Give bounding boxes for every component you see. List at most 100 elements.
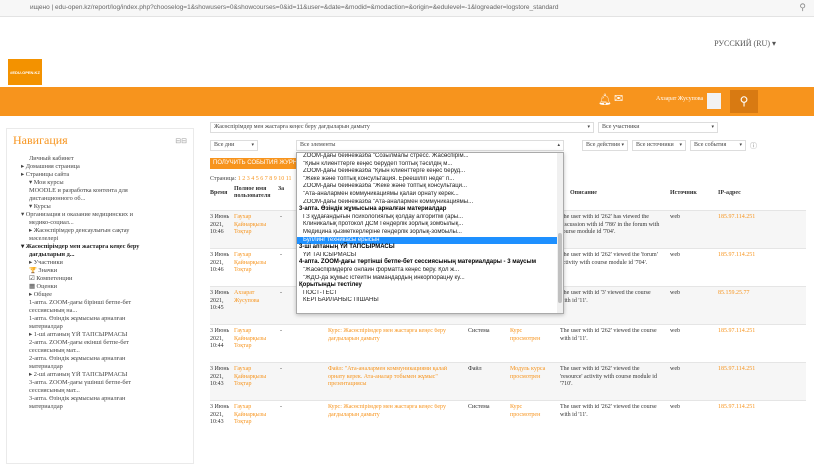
dropdown-option[interactable]: ZOOM-дағы бейнежазба "Жеке және топтық к… [297, 183, 563, 191]
pages-label: Страница: [210, 176, 237, 182]
cell-desc: The user with id '262' viewed the 'forum… [560, 252, 658, 266]
participants-select[interactable]: Все участники ▾ [598, 122, 718, 133]
nav-item[interactable]: ▾ Жасөспірімдер мен жастарға кеңес беру [13, 243, 189, 251]
nav-item[interactable]: сессиясының на... [13, 307, 189, 315]
nav-item[interactable]: Личный кабинет [13, 155, 189, 163]
nav-item[interactable]: ▸ Домашняя страница [13, 163, 189, 171]
cell-ip[interactable]: 185.97.114.251 [718, 366, 778, 400]
sources-select[interactable]: Все источники ▾ [632, 140, 686, 151]
cell-event[interactable]: Курс просмотрен [510, 328, 554, 362]
nav-item[interactable]: материалдар [13, 403, 189, 411]
nav-item[interactable]: ▦ Оценки [13, 283, 189, 291]
nav-item[interactable]: 3-апта. Өзіндік жұмысына арналған [13, 395, 189, 403]
header-fullname[interactable]: Полное имя пользователя [234, 186, 274, 200]
dropdown-option[interactable]: ZOOM-дағы бейнежазба "Ата-аналармен комм… [297, 199, 563, 207]
dock-icon[interactable]: ⊟⊟ [175, 137, 187, 145]
nav-item[interactable]: ☑ Компетенции [13, 275, 189, 283]
nav-item[interactable]: ▸ Общее [13, 291, 189, 299]
nav-item[interactable]: ▸ 2-ші аптаның ҮЙ ТАПСЫРМАСЫ [13, 371, 189, 379]
nav-item[interactable]: ▾ Курсы [13, 203, 189, 211]
cell-origin: web [670, 328, 680, 334]
cell-event[interactable]: Курс просмотрен [510, 404, 554, 438]
nav-item[interactable]: 1-апта. ZOOM-дағы бірінші бетпе-бет [13, 299, 189, 307]
elements-select[interactable]: Все элементы ▴ [296, 140, 564, 151]
cell-user[interactable]: Гаухар Қайнарқызы Тоқтар [234, 404, 274, 438]
cell-ctx[interactable]: Файл: "Ата-аналармен коммуникациями қала… [328, 366, 458, 400]
chevron-down-icon: ▾ [251, 143, 254, 148]
nav-item[interactable]: мәселелері [13, 235, 189, 243]
dropdown-option[interactable]: КЕРІ БАЙЛАНЫС ПІШАНЫ [297, 297, 563, 305]
dropdown-scrollbar[interactable] [557, 153, 563, 313]
help-icon[interactable]: ⓘ [750, 141, 757, 151]
page-links[interactable]: 1 2 3 4 5 6 7 8 9 10 11 [238, 176, 292, 182]
site-logo[interactable]: #EDU-OPEN.KZ [8, 59, 42, 85]
nav-item[interactable]: ▸ Участники [13, 259, 189, 267]
cell-user[interactable]: Гаухар Қайнарқызы Тоқтар [234, 366, 274, 400]
bell-icon[interactable]: 🔔︎ [598, 93, 612, 106]
nav-item[interactable]: ▸ 1-ші аптаның ҮЙ ТАПСЫРМАСЫ [13, 331, 189, 339]
dropdown-option[interactable]: "Жасөспірімдерге онлайн форматта кеңес б… [297, 267, 563, 275]
dropdown-option[interactable]: "ЖДО-да жұмыс істейтін мамандардың инкор… [297, 275, 563, 283]
cell-user[interactable]: Ахзарат Жусупова [234, 290, 274, 324]
cell-user[interactable]: Гаухар Қайнарқызы Тоқтар [234, 252, 274, 286]
nav-item[interactable]: 3-апта. ZOOM-дағы үшінші бетпе-бет [13, 379, 189, 387]
dropdown-option[interactable]: ПОСТ-ТЕСТ [297, 290, 563, 298]
chevron-up-icon: ▴ [557, 143, 560, 148]
dropdown-option[interactable]: "Ата-аналармен коммуникациямы қалай орна… [297, 191, 563, 199]
nav-item[interactable]: ▾ Организация и оказание медицинских и [13, 211, 189, 219]
course-select[interactable]: Жасөспірімдер мен жастарға кеңес беру да… [210, 122, 594, 133]
language-menu[interactable]: РУССКИЙ (RU) ▾ [714, 39, 776, 48]
cell-user[interactable]: Гаухар Қайнарқызы Тоқтар [234, 214, 274, 248]
header-description[interactable]: Описание [570, 190, 630, 197]
dropdown-option[interactable]: "Қиын клиенттерге кеңес берудегі толтық … [297, 161, 563, 169]
dropdown-option[interactable]: Клиникалық протокол ДСМ Гендерлік зорлық… [297, 221, 563, 229]
user-name[interactable]: Ахзарат Жусупова [656, 96, 703, 102]
nav-item[interactable]: ▸ Страницы сайта [13, 171, 189, 179]
dropdown-option[interactable]: Медицина қызметкерлеріне гендерлік зорлы… [297, 229, 563, 237]
days-select[interactable]: Все дни ▾ [210, 140, 258, 151]
avatar[interactable] [707, 93, 721, 109]
header-origin[interactable]: Источник [670, 190, 710, 197]
nav-item[interactable]: сессиясының мат... [13, 387, 189, 395]
nav-item[interactable]: дағдыларын д... [13, 251, 189, 259]
magnifier-icon[interactable]: ⚲ [799, 2, 806, 13]
elements-dropdown[interactable]: ZOOM-дағы бейнежазба "Созылмалы стресс. … [296, 152, 564, 314]
cell-ctx[interactable]: Курс: Жасөспірімдер мен жастарға кеңес б… [328, 328, 458, 362]
get-logs-button[interactable]: ПОЛУЧИТЬ СОБЫТИЯ ЖУРНАЛА [210, 158, 302, 169]
cell-ctx[interactable]: Курс: Жасөспірімдер мен жастарға кеңес б… [328, 404, 458, 438]
dropdown-option[interactable]: ZOOM-дағы бейнежазба "Қиын клиенттерге к… [297, 168, 563, 176]
nav-item[interactable]: 2-апта. Өзіндік жұмысына арналған [13, 355, 189, 363]
header-time[interactable]: Время [210, 190, 232, 197]
search-button[interactable]: ⚲ [730, 90, 758, 113]
nav-item[interactable]: 🏆 Значки [13, 267, 189, 275]
nav-item[interactable]: ▸ Жасөспірімдер денсаулығын сақтау [13, 227, 189, 235]
cell-event[interactable]: Модуль курса просмотрен [510, 366, 554, 400]
nav-item[interactable]: сессиясының мат... [13, 347, 189, 355]
nav-item[interactable]: дистанционного об... [13, 195, 189, 203]
nav-item[interactable]: материалдар [13, 323, 189, 331]
scrollbar-thumb[interactable] [558, 233, 562, 303]
mail-icon[interactable]: ✉ [614, 92, 623, 105]
address-url[interactable]: ищено | edu-open.kz/report/log/index.php… [30, 4, 558, 11]
nav-item[interactable]: 1-апта. Өзіндік жұмысына арналған [13, 315, 189, 323]
nav-item[interactable]: 2-апта. ZOOM-дағы екінші бетпе-бет [13, 339, 189, 347]
cell-ip[interactable]: 185.97.114.251 [718, 404, 778, 438]
cell-ip[interactable]: 185.97.114.251 [718, 214, 778, 248]
events-select[interactable]: Все события ▾ [690, 140, 746, 151]
cell-ip[interactable]: 185.97.114.251 [718, 252, 778, 286]
nav-item[interactable]: медико-социал... [13, 219, 189, 227]
nav-item[interactable]: MOODLE и разработка контента для [13, 187, 189, 195]
dropdown-option[interactable]: Буллинг техникасы ерысын [297, 236, 563, 245]
cell-ip[interactable]: 185.97.114.251 [718, 328, 778, 362]
header-affected[interactable]: За [278, 186, 288, 193]
nav-item[interactable]: материалдар [13, 363, 189, 371]
nav-item[interactable]: ▾ Мои курсы [13, 179, 189, 187]
dropdown-option[interactable]: "Жеке және топтық консультация. Ереешілі… [297, 176, 563, 184]
browser-address-bar[interactable]: ищено | edu-open.kz/report/log/index.php… [0, 0, 814, 17]
dropdown-option[interactable]: ZOOM-дағы бейнежазба "Созылмалы стресс. … [297, 153, 563, 161]
cell-ip[interactable]: 85.159.25.77 [718, 290, 778, 324]
actions-select[interactable]: Все действия ▾ [582, 140, 628, 151]
cell-user[interactable]: Гаухар Қайнарқызы Тоқтар [234, 328, 274, 362]
dropdown-option[interactable]: ГЗ құдағандығын психологиялық қолдау алг… [297, 214, 563, 222]
header-ip[interactable]: IP-адрес [718, 190, 768, 197]
